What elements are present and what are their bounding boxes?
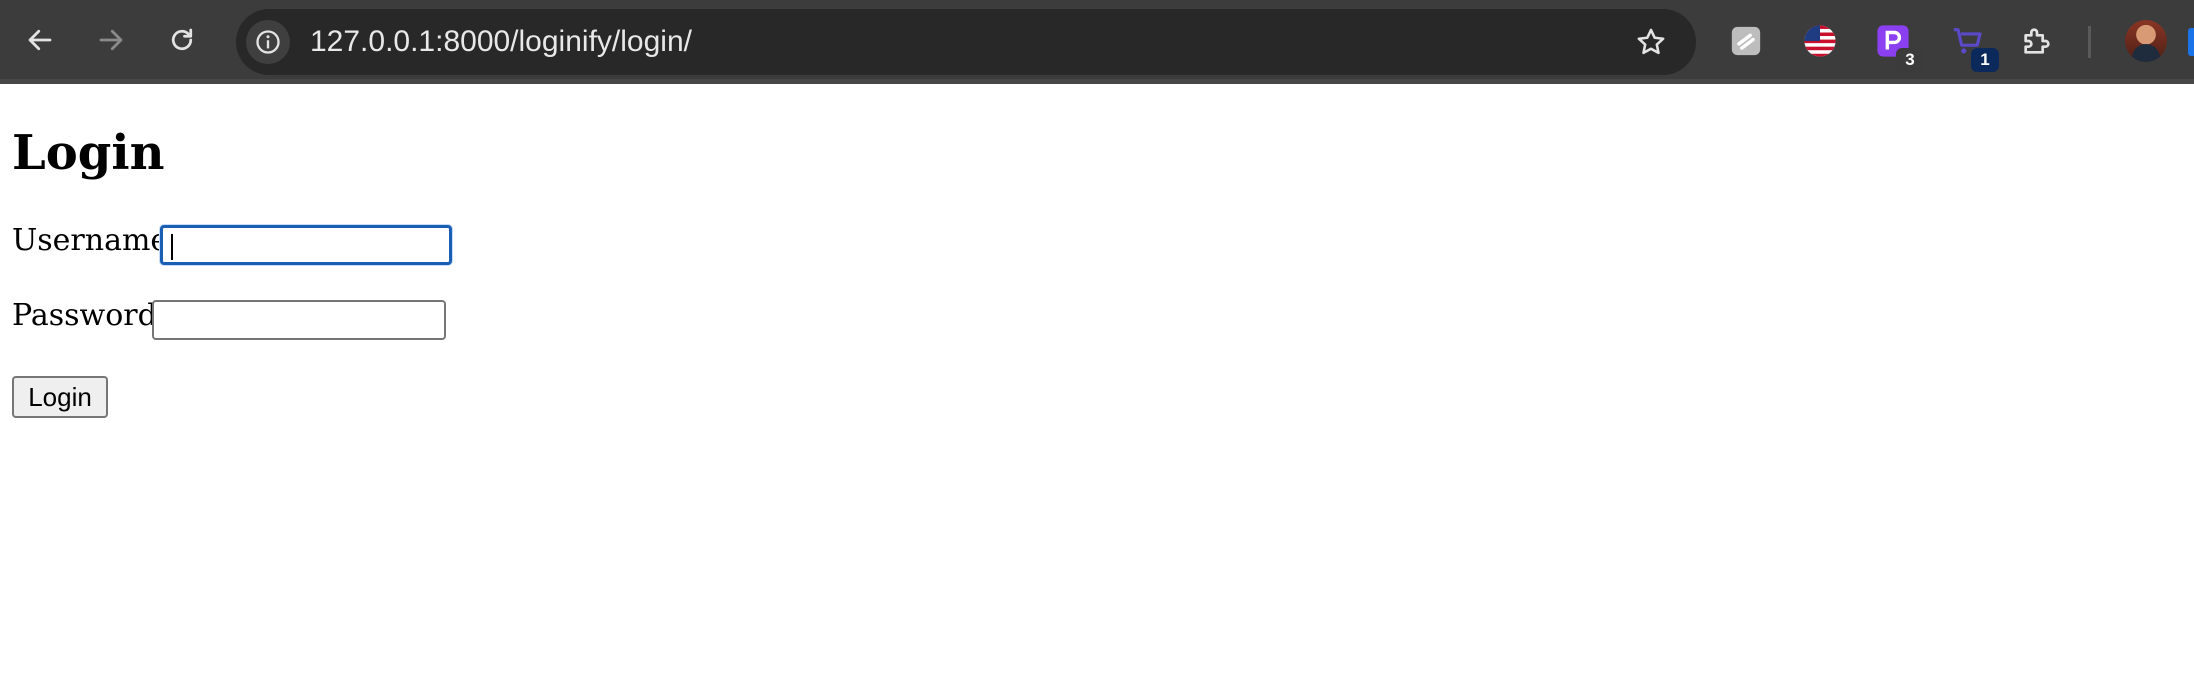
password-label: Password: <box>12 298 167 333</box>
toolbar-divider <box>2088 26 2091 58</box>
arrow-right-icon <box>99 29 123 51</box>
reload-button[interactable] <box>160 18 204 62</box>
bookmark-star-icon[interactable] <box>1634 25 1668 59</box>
forward-button[interactable] <box>89 18 133 62</box>
side-panel-edge[interactable] <box>2188 28 2194 56</box>
browser-toolbar: 127.0.0.1:8000/loginify/login/ 3 1 <box>0 0 2194 84</box>
profile-avatar[interactable] <box>2125 20 2167 62</box>
arrow-left-icon <box>28 29 52 51</box>
back-button[interactable] <box>18 18 62 62</box>
info-icon <box>256 30 280 54</box>
flag-extension-icon <box>1804 25 1836 57</box>
username-field[interactable] <box>160 225 452 265</box>
cart-extension-button[interactable]: 1 <box>1949 22 1999 72</box>
tools-extension-button[interactable] <box>1727 22 1765 60</box>
extensions-menu-button[interactable] <box>2018 22 2056 60</box>
username-label: Username: <box>12 223 179 258</box>
extension-badge: 3 <box>1896 48 1924 72</box>
text-caret <box>171 234 173 260</box>
reload-icon <box>171 28 193 51</box>
url-text[interactable]: 127.0.0.1:8000/loginify/login/ <box>310 26 692 58</box>
flag-extension-button[interactable] <box>1801 22 1839 60</box>
puzzle-icon <box>2024 28 2050 54</box>
address-bar[interactable]: 127.0.0.1:8000/loginify/login/ <box>236 9 1696 75</box>
login-page: Login Username: Password: Login <box>0 89 2194 694</box>
p-extension-button[interactable]: 3 <box>1874 22 1924 72</box>
tools-extension-icon <box>1731 26 1761 56</box>
login-button[interactable]: Login <box>12 376 108 418</box>
password-field[interactable] <box>152 300 446 340</box>
extension-badge: 1 <box>1971 48 1999 72</box>
page-title: Login <box>12 125 165 181</box>
site-info-button[interactable] <box>246 20 290 64</box>
